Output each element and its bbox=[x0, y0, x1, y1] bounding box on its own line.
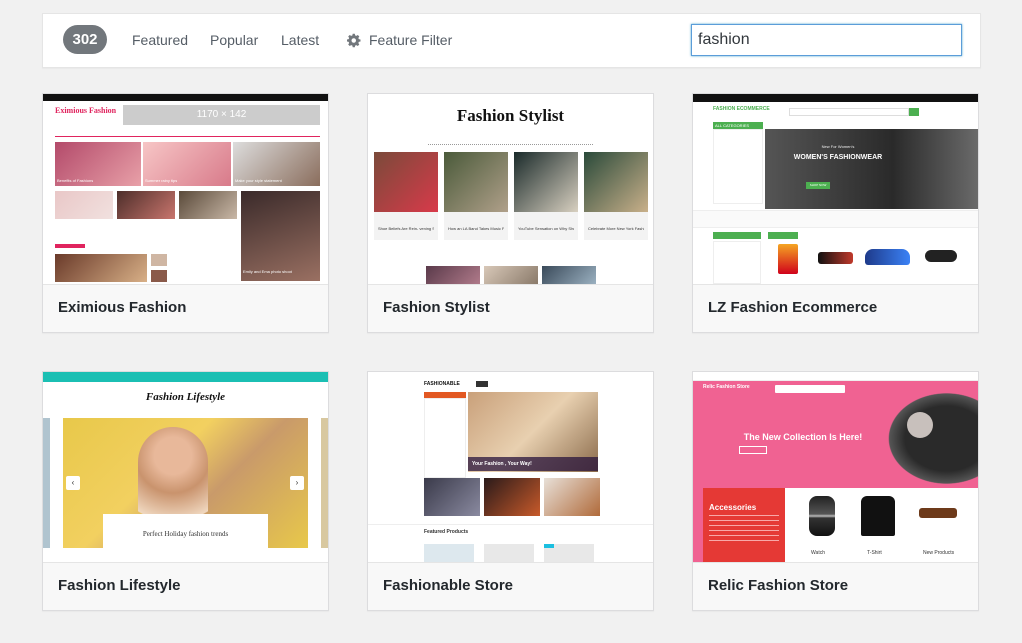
theme-search-input[interactable] bbox=[691, 24, 962, 56]
theme-count-badge: 302 bbox=[63, 25, 107, 54]
theme-name: Fashionable Store bbox=[383, 577, 514, 594]
theme-screenshot: Relic Fashion Store The New Collection I… bbox=[693, 372, 978, 562]
slide-caption: Perfect Holiday fashion trends bbox=[142, 530, 229, 538]
theme-screenshot: FASHION ECOMMERCE ALL CATEGORIES New For… bbox=[693, 94, 978, 284]
hero-caption: Your Fashion , Your Way! bbox=[472, 461, 532, 467]
theme-logo: Fashion Stylist bbox=[456, 106, 565, 125]
hero-subtitle: New For Women's bbox=[821, 144, 855, 149]
theme-screenshot: Eximious Fashion 1170 × 142 Benefits of … bbox=[43, 94, 328, 284]
post-caption: How an LA Band Takes Music Festival bbox=[448, 226, 504, 231]
post-caption: Summer rainy tips bbox=[145, 178, 178, 183]
post-caption: Make your style statement bbox=[235, 178, 282, 183]
theme-name: Relic Fashion Store bbox=[708, 577, 849, 594]
post-caption: YouTube Sensation on Why She's Loved bbox=[518, 226, 574, 231]
gear-icon bbox=[347, 33, 361, 47]
theme-logo: Fashion Lifestyle bbox=[145, 391, 226, 403]
theme-card-fashionable-store[interactable]: FASHIONABLE Your Fashion , Your Way! Fea… bbox=[367, 371, 654, 611]
theme-card-eximious-fashion[interactable]: Eximious Fashion 1170 × 142 Benefits of … bbox=[42, 93, 329, 333]
filter-link-popular[interactable]: Popular bbox=[210, 31, 258, 49]
banner-placeholder: 1170 × 142 bbox=[123, 105, 320, 125]
feature-filter-button[interactable]: Feature Filter bbox=[347, 31, 452, 49]
theme-screenshot: FASHIONABLE Your Fashion , Your Way! Fea… bbox=[368, 372, 653, 562]
theme-name: LZ Fashion Ecommerce bbox=[708, 299, 878, 316]
theme-logo: Eximious Fashion bbox=[55, 106, 117, 115]
theme-screenshot: Fashion Lifestyle ‹ › Perfect Holiday fa… bbox=[43, 372, 328, 562]
theme-logo: FASHION ECOMMERCE bbox=[713, 106, 770, 112]
theme-card-fashion-stylist[interactable]: Fashion Stylist Shoe Beliefs Are Rein- v… bbox=[367, 93, 654, 333]
post-caption: Benefits of Fashions bbox=[57, 178, 94, 183]
slider-next-icon: › bbox=[290, 476, 304, 490]
feature-filter-label: Feature Filter bbox=[369, 32, 453, 48]
promo-title: Accessories bbox=[709, 503, 757, 512]
hero-title: WOMEN'S FASHIONWEAR bbox=[793, 154, 883, 161]
theme-name: Fashion Lifestyle bbox=[58, 577, 181, 594]
theme-name: Fashion Stylist bbox=[383, 299, 490, 316]
hero-title: The New Collection Is Here! bbox=[743, 432, 863, 442]
filter-link-featured[interactable]: Featured bbox=[132, 31, 188, 49]
theme-logo: FASHIONABLE bbox=[424, 381, 460, 387]
category-menu-title: ALL CATEGORIES bbox=[713, 122, 763, 129]
product-name: T-Shirt bbox=[867, 550, 882, 556]
theme-filter-bar: 302 Featured Popular Latest Feature Filt… bbox=[42, 13, 981, 68]
post-caption: Celebrate More New York Fashion bbox=[588, 226, 644, 231]
theme-name: Eximious Fashion bbox=[58, 299, 187, 316]
theme-card-fashion-lifestyle[interactable]: Fashion Lifestyle ‹ › Perfect Holiday fa… bbox=[42, 371, 329, 611]
hero-shop-button: SHOP NOW bbox=[806, 182, 830, 189]
post-caption: Shoe Beliefs Are Rein- vening Style bbox=[378, 226, 434, 231]
theme-card-relic-fashion-store[interactable]: Relic Fashion Store The New Collection I… bbox=[692, 371, 979, 611]
slider-prev-icon: ‹ bbox=[66, 476, 80, 490]
theme-logo: Relic Fashion Store bbox=[703, 384, 750, 390]
product-name: New Products bbox=[923, 550, 955, 556]
product-name: Watch bbox=[811, 550, 825, 556]
theme-card-lz-fashion-ecommerce[interactable]: FASHION ECOMMERCE ALL CATEGORIES New For… bbox=[692, 93, 979, 333]
theme-screenshot: Fashion Stylist Shoe Beliefs Are Rein- v… bbox=[368, 94, 653, 284]
filter-link-latest[interactable]: Latest bbox=[281, 31, 319, 49]
section-title: Featured Products bbox=[424, 529, 469, 535]
post-caption: Emily and Ema photo shoot bbox=[243, 269, 292, 274]
